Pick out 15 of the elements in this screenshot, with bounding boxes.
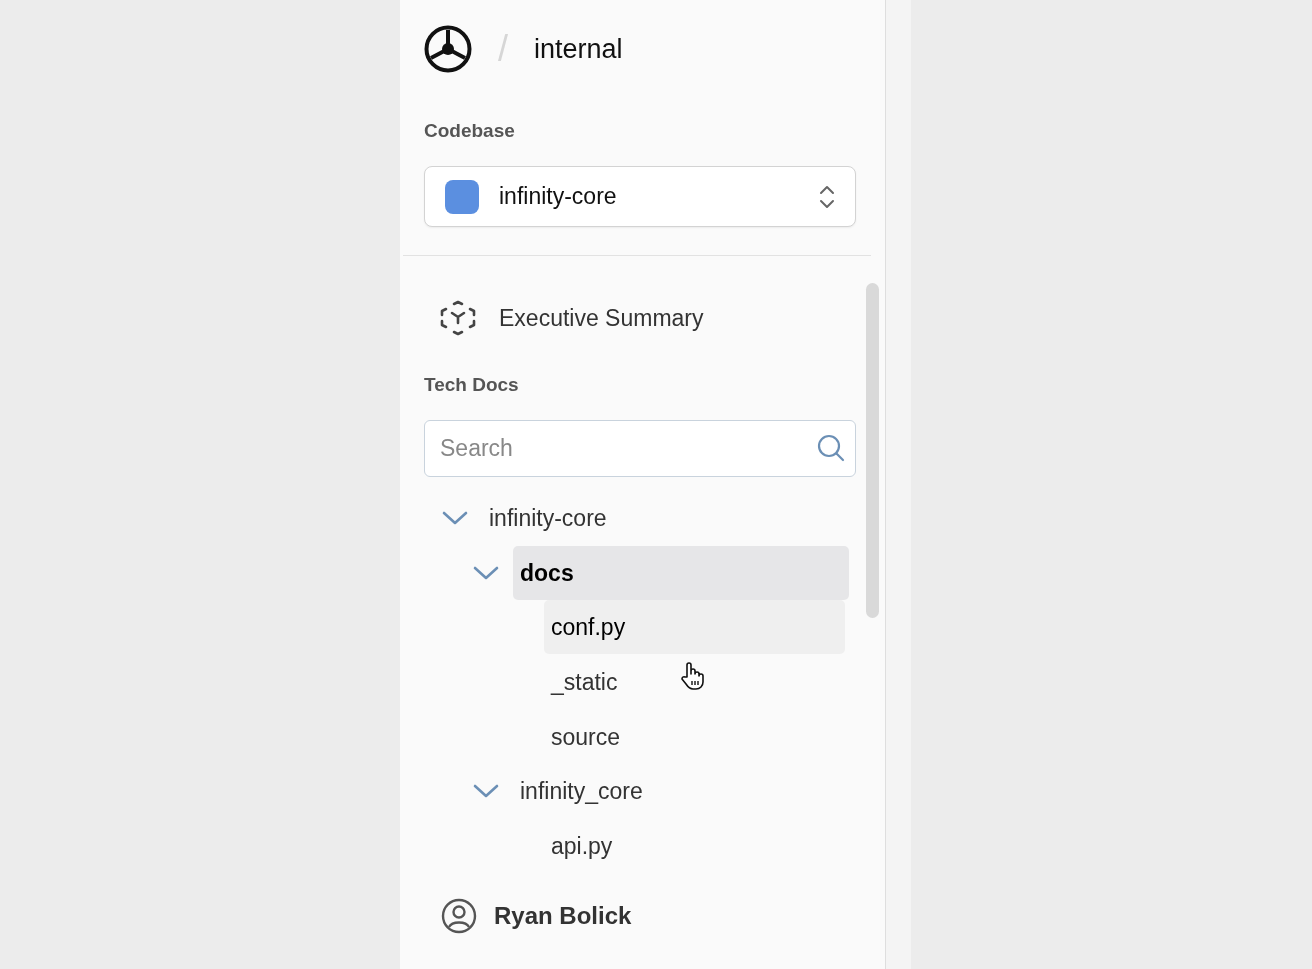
section-label: Codebase [424, 119, 516, 143]
tree-item[interactable]: source [544, 709, 849, 764]
tree-item[interactable]: api.py [544, 818, 849, 873]
user-profile[interactable]: Ryan Bolick [441, 898, 632, 935]
nav-item[interactable]: Executive Summary [440, 299, 704, 337]
tree-item[interactable]: conf.py [544, 600, 845, 655]
workspace-name: internal [534, 33, 623, 65]
tree-item[interactable]: _static [544, 655, 849, 710]
section-label: Tech Docs [424, 373, 520, 397]
tree-item[interactable]: docs [513, 545, 849, 600]
codebase-dropdown[interactable]: infinity-core [424, 166, 856, 227]
tree-item[interactable]: infinity-core [482, 491, 849, 546]
search-field[interactable]: Search [424, 420, 856, 477]
tree-item[interactable]: infinity_core [513, 764, 849, 819]
separator: / [498, 28, 508, 70]
